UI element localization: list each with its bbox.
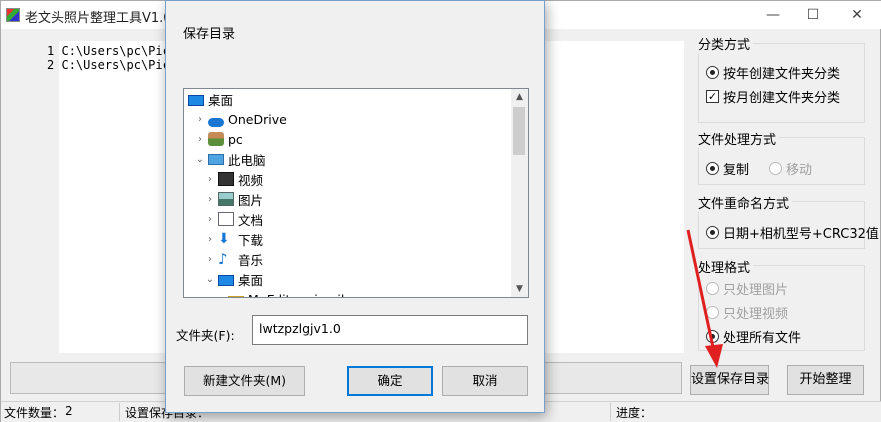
folder-label: 文件夹(F):: [176, 328, 235, 343]
minimize-button[interactable]: —: [753, 3, 793, 27]
chevron-right-icon[interactable]: ›: [204, 234, 216, 245]
list-item-index: 2: [47, 58, 55, 72]
tree-item-label: 视频: [238, 172, 264, 188]
tree-item[interactable]: › 视频: [184, 169, 263, 189]
desktop-icon: [218, 274, 234, 286]
tree-item[interactable]: › ♪ 音乐: [184, 249, 263, 269]
save-directory-dialog: 保存目录 桌面 › OneDrive › pc ⌄ 此电脑 › 视频 › 图片 › 文档 › ⬇ 下载 › ♪ 音乐…: [165, 0, 545, 413]
chevron-right-icon[interactable]: ›: [204, 214, 216, 225]
file-count-label: 文件数量：: [4, 406, 65, 420]
tree-item[interactable]: › OneDrive: [184, 109, 287, 129]
tree-item-label: 文档: [238, 212, 264, 228]
list-item-index: 1: [47, 44, 55, 58]
tree-item[interactable]: 桌面: [184, 89, 233, 109]
tree-item-label: 音乐: [238, 252, 264, 268]
radio-checked-icon[interactable]: [706, 66, 719, 79]
tree-item-label: 桌面: [208, 92, 234, 108]
user-icon: [208, 132, 224, 146]
radio-checked-icon[interactable]: [706, 226, 719, 239]
chevron-right-icon[interactable]: ›: [194, 114, 206, 125]
chevron-right-icon[interactable]: ›: [204, 194, 216, 205]
computer-icon: [208, 153, 224, 165]
tree-item[interactable]: › ⬇ 下载: [184, 229, 263, 249]
radio-unchecked-icon[interactable]: [706, 306, 719, 319]
dialog-title: 保存目录: [183, 27, 236, 42]
pictures-folder-icon: [218, 192, 234, 206]
all-files-option[interactable]: 处理所有文件: [706, 327, 801, 346]
tree-item[interactable]: M..E.lit......i...ail: [184, 289, 344, 298]
rename-title: 文件重命名方式: [698, 193, 793, 212]
chevron-down-icon[interactable]: ⌄: [194, 154, 206, 165]
file-count-value: 2: [65, 404, 73, 418]
radio-checked-icon[interactable]: [706, 162, 719, 175]
start-button[interactable]: 开始整理: [787, 365, 864, 395]
new-folder-button[interactable]: 新建文件夹(M): [184, 366, 305, 396]
close-button[interactable]: ✕: [837, 3, 877, 27]
progress-label: 进度：: [616, 406, 653, 420]
folder-tree[interactable]: 桌面›OneDrive›pc⌄此电脑›视频›图片›文档›⬇下载›♪音乐⌄桌面M.…: [183, 88, 529, 298]
radio-unchecked-icon[interactable]: [769, 162, 782, 175]
video-folder-icon: [218, 172, 234, 186]
tree-item-label: OneDrive: [228, 111, 287, 127]
tree-item[interactable]: › 文档: [184, 209, 263, 229]
images-only-option[interactable]: 只处理图片: [706, 279, 788, 298]
rename-date-model-crc-option[interactable]: 日期+相机型号+CRC32值: [706, 223, 879, 242]
scroll-down-icon[interactable]: ▼: [511, 281, 528, 297]
classify-group: [698, 43, 865, 123]
chevron-right-icon[interactable]: ›: [204, 254, 216, 265]
desktop-icon: [188, 94, 204, 106]
chevron-right-icon[interactable]: ›: [204, 174, 216, 185]
status-divider: [610, 403, 611, 421]
tree-item-label: 图片: [238, 192, 264, 208]
maximize-button[interactable]: ☐: [793, 3, 833, 27]
ok-button[interactable]: 确定: [347, 366, 433, 396]
videos-only-option[interactable]: 只处理视频: [706, 303, 788, 322]
tree-item-label: 下载: [238, 232, 264, 248]
cancel-button[interactable]: 取消: [442, 366, 528, 396]
window-title: 老文头照片整理工具V1.0: [25, 11, 172, 26]
tree-item-label: 桌面: [238, 272, 264, 288]
radio-checked-icon[interactable]: [706, 330, 719, 343]
tree-item[interactable]: › 图片: [184, 189, 263, 209]
classify-title: 分类方式: [698, 34, 754, 53]
checkbox-checked-icon[interactable]: ✓: [706, 90, 719, 103]
folder-icon: [228, 295, 244, 297]
tree-item-label: pc: [228, 131, 243, 147]
music-icon: ♪: [218, 250, 228, 268]
cloud-icon: [208, 117, 224, 127]
file-handling-title: 文件处理方式: [698, 129, 780, 148]
tree-item[interactable]: ⌄ 此电脑: [184, 149, 266, 169]
download-icon: ⬇: [218, 231, 230, 247]
tree-item-label: M..E.lit......i...ail: [248, 292, 344, 298]
tree-scrollbar[interactable]: ▲ ▼: [511, 89, 528, 297]
radio-unchecked-icon[interactable]: [706, 282, 719, 295]
scroll-up-icon[interactable]: ▲: [511, 89, 528, 105]
classify-by-year-option[interactable]: 按年创建文件夹分类: [706, 63, 840, 82]
scroll-thumb[interactable]: [513, 107, 525, 155]
documents-folder-icon: [218, 212, 234, 226]
chevron-right-icon[interactable]: ›: [194, 134, 206, 145]
classify-by-month-option[interactable]: ✓ 按月创建文件夹分类: [706, 87, 840, 106]
tree-item-label: 此电脑: [228, 152, 266, 168]
status-divider: [119, 403, 120, 421]
set-save-dir-button[interactable]: 设置保存目录: [690, 365, 769, 395]
move-option[interactable]: 移动: [769, 159, 812, 178]
chevron-down-icon[interactable]: ⌄: [204, 274, 216, 285]
copy-option[interactable]: 复制: [706, 159, 749, 178]
tree-item[interactable]: ⌄ 桌面: [184, 269, 263, 289]
folder-name-input[interactable]: lwtzpzlgjv1.0: [252, 315, 528, 345]
app-icon: [6, 8, 20, 22]
process-format-title: 处理格式: [698, 257, 754, 276]
tree-item[interactable]: › pc: [184, 129, 243, 149]
